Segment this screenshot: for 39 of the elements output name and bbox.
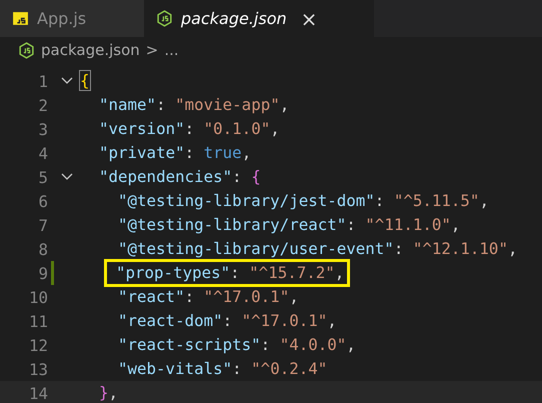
line-number: 9 bbox=[37, 264, 48, 282]
fold-chevron-icon[interactable] bbox=[61, 173, 73, 181]
code-line: "prop-types": "^15.7.2", bbox=[106, 261, 348, 285]
fold-chevron-icon[interactable] bbox=[61, 77, 73, 85]
close-button[interactable]: × bbox=[298, 8, 320, 28]
editor-tab[interactable]: App.js bbox=[0, 0, 144, 37]
breadcrumb-separator: > bbox=[146, 41, 158, 59]
line-number: 2 bbox=[37, 96, 48, 114]
code-line: "@testing-library/jest-dom": "^5.11.5", bbox=[118, 190, 490, 212]
line-number: 8 bbox=[37, 240, 48, 258]
code-line: "@testing-library/react": "^11.1.0", bbox=[118, 214, 462, 236]
hexagon-js-file-icon bbox=[156, 10, 173, 27]
line-number: 14 bbox=[28, 384, 48, 402]
line-number: 3 bbox=[37, 120, 48, 138]
breadcrumb-item[interactable]: ... bbox=[164, 41, 179, 59]
code-line: "@testing-library/user-event": "^12.1.10", bbox=[118, 238, 518, 260]
line-number: 1 bbox=[37, 72, 48, 90]
code-line: "react-scripts": "4.0.0", bbox=[118, 334, 357, 356]
editor-tab[interactable]: package.json × bbox=[144, 0, 374, 37]
line-number: 10 bbox=[28, 288, 48, 306]
js-file-icon bbox=[12, 10, 29, 27]
line-number: 12 bbox=[28, 336, 48, 354]
line-number: 7 bbox=[37, 216, 48, 234]
line-number: 6 bbox=[37, 192, 48, 210]
line-number: 5 bbox=[37, 168, 48, 186]
code-line: { bbox=[80, 70, 91, 92]
hexagon-js-file-icon bbox=[18, 42, 35, 58]
code-line: "private": true, bbox=[99, 142, 252, 164]
code-line: }, bbox=[99, 382, 120, 403]
code-line: "react": "^17.0.1", bbox=[118, 286, 300, 308]
line-number: 11 bbox=[28, 312, 48, 330]
code-line: "web-vitals": "^0.2.4" bbox=[118, 358, 328, 380]
line-number: 4 bbox=[37, 144, 48, 162]
line-number: 13 bbox=[28, 360, 48, 378]
code-line: "name": "movie-app", bbox=[99, 94, 290, 116]
code-line: "dependencies": { bbox=[99, 166, 262, 188]
breadcrumb-item[interactable]: package.json bbox=[41, 41, 140, 59]
code-line: "version": "0.1.0", bbox=[99, 118, 281, 140]
code-line: "react-dom": "^17.0.1", bbox=[118, 310, 338, 332]
